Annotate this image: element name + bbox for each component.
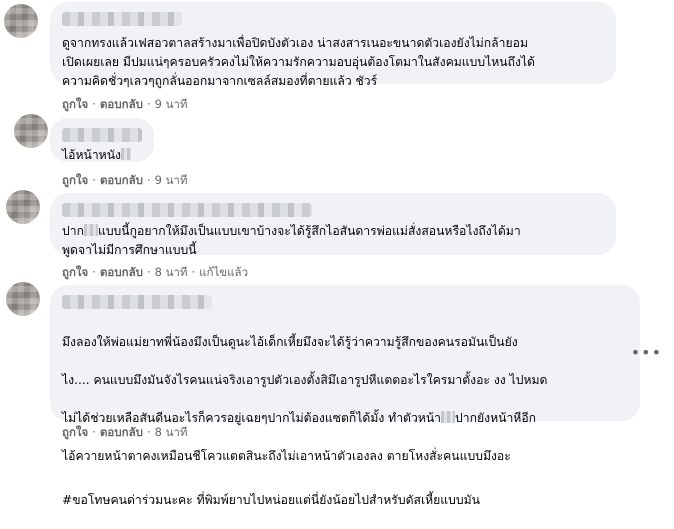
comment-bubble: ปาก แบบนี้กูอยากให้มึงเป็นแบบเขาบ้างจะได้… <box>50 193 616 257</box>
author-name-redacted[interactable] <box>62 128 142 142</box>
author-name-redacted[interactable] <box>62 12 182 26</box>
comment-bubble: ไอ้หน้าหนัง <box>50 118 154 162</box>
reply-link[interactable]: ตอบกลับ <box>100 173 143 187</box>
timestamp[interactable]: 9 นาที <box>155 173 188 187</box>
like-link[interactable]: ถูกใจ <box>62 173 88 187</box>
comment-text: ดูจากทรงแล้วเฟสอวตาลสร้างมาเพื่อปิดบังตั… <box>62 36 535 88</box>
author-name-redacted[interactable] <box>62 203 312 217</box>
avatar[interactable] <box>6 190 40 224</box>
comment-text: มึงลองให้พ่อแม่ยาทพี่น้องมึงเป็นดูนะไอ้เ… <box>62 335 548 507</box>
more-horizontal-icon[interactable]: ••• <box>631 343 662 362</box>
comment-bubble: มึงลองให้พ่อแม่ยาทพี่น้องมึงเป็นดูนะไอ้เ… <box>50 285 640 507</box>
avatar[interactable] <box>6 282 40 316</box>
comment-text: ปาก แบบนี้กูอยากให้มึงเป็นแบบเขาบ้างจะได้… <box>62 224 521 257</box>
like-link[interactable]: ถูกใจ <box>62 265 88 279</box>
reply-link[interactable]: ตอบกลับ <box>100 97 143 111</box>
edited-label[interactable]: แก้ไขแล้ว <box>199 265 248 279</box>
timestamp[interactable]: 9 นาที <box>155 97 188 111</box>
comment-actions: ถูกใจ · ตอบกลับ · 8 นาที · แก้ไขแล้ว <box>62 265 249 279</box>
avatar[interactable] <box>4 4 38 38</box>
redacted-word <box>441 411 456 423</box>
like-link[interactable]: ถูกใจ <box>62 425 88 439</box>
like-link[interactable]: ถูกใจ <box>62 97 88 111</box>
comment-text: ไอ้หน้าหนัง <box>62 146 142 165</box>
author-name-redacted[interactable] <box>62 295 212 309</box>
timestamp[interactable]: 8 นาที <box>155 265 188 279</box>
reply-link[interactable]: ตอบกลับ <box>100 265 143 279</box>
comment-actions: ถูกใจ · ตอบกลับ · 9 นาที <box>62 173 188 187</box>
avatar[interactable] <box>14 114 48 148</box>
reply-link[interactable]: ตอบกลับ <box>100 425 143 439</box>
comment-actions: ถูกใจ · ตอบกลับ · 9 นาที <box>62 97 188 111</box>
redacted-word <box>83 224 98 236</box>
comment-bubble: ดูจากทรงแล้วเฟสอวตาลสร้างมาเพื่อปิดบังตั… <box>50 2 616 88</box>
timestamp[interactable]: 8 นาที <box>155 425 188 439</box>
comment-actions: ถูกใจ · ตอบกลับ · 8 นาที <box>62 425 188 439</box>
redacted-word <box>120 148 131 160</box>
